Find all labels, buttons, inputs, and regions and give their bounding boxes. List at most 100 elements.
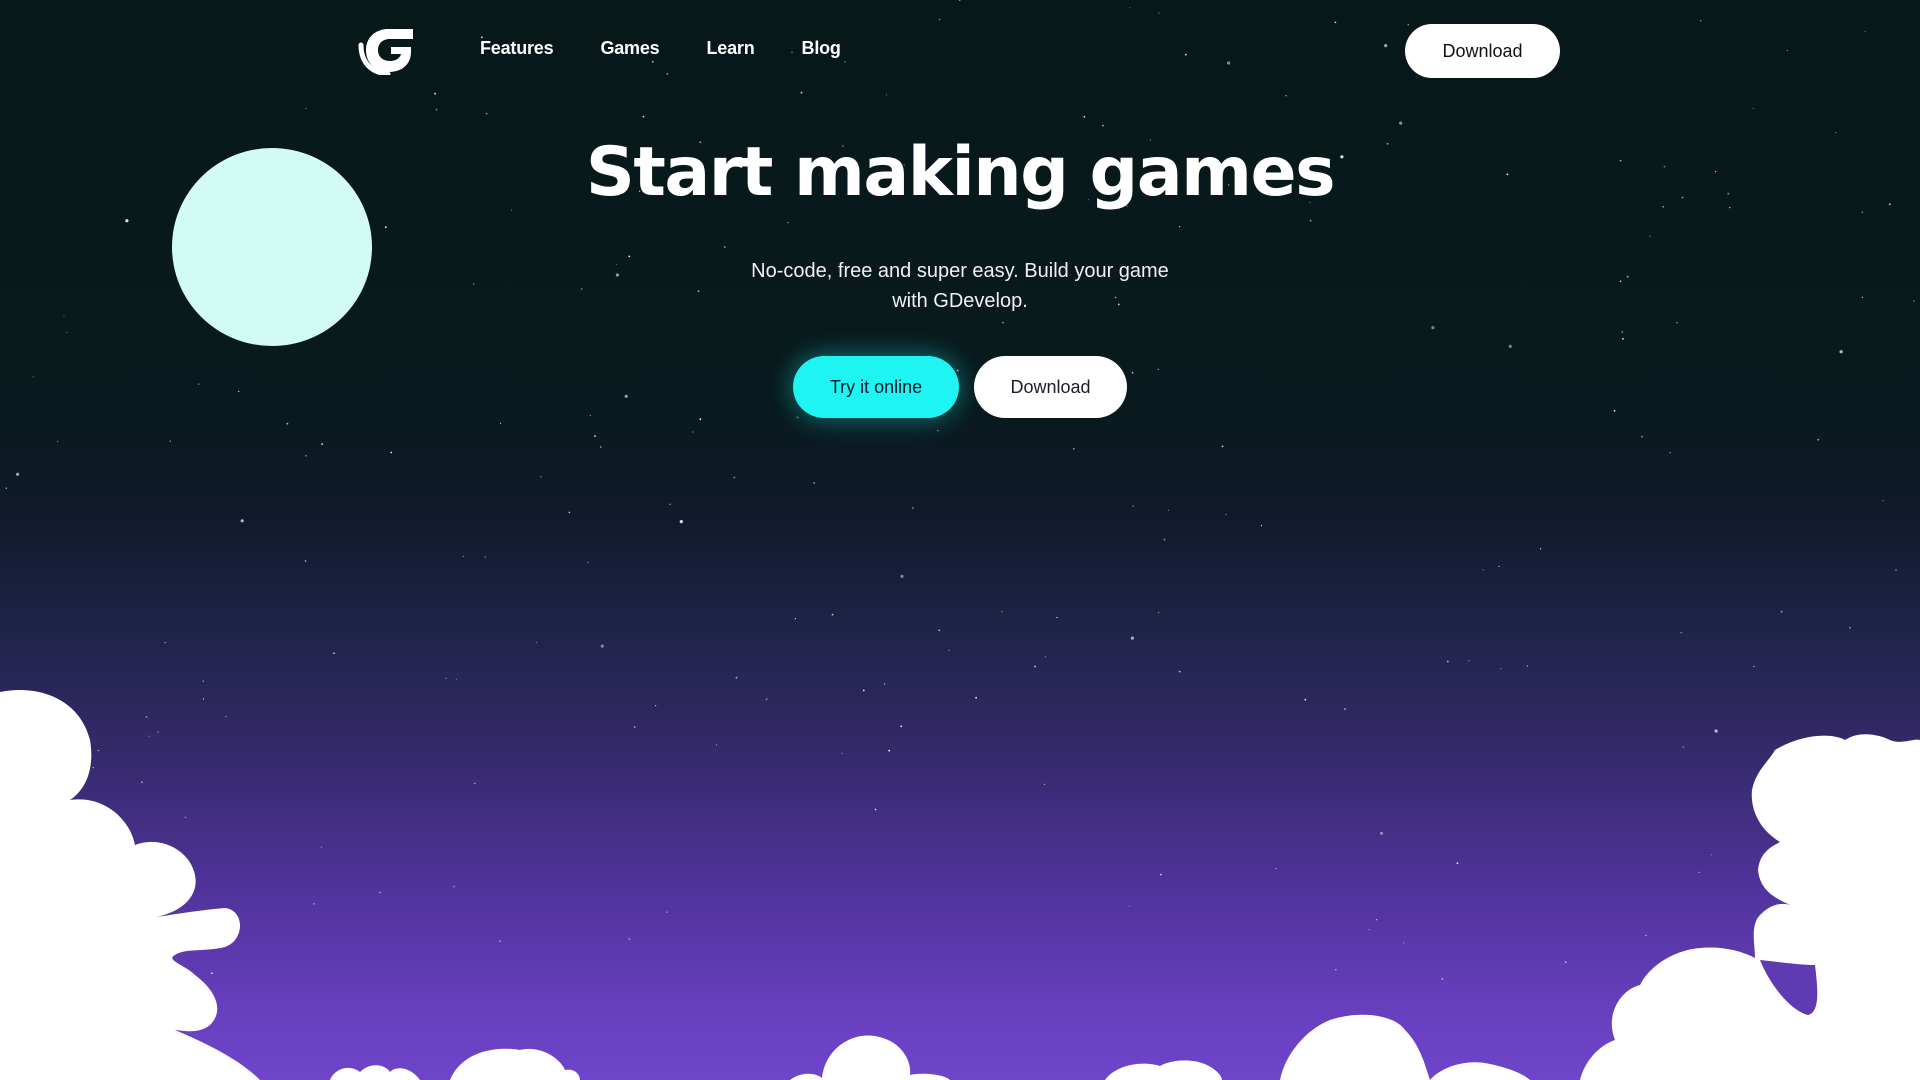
star [1179,226,1181,228]
star [1221,445,1224,448]
star [874,808,877,811]
star [210,972,213,975]
star [765,698,768,701]
star [735,676,738,679]
star [1895,569,1897,571]
star [1399,121,1403,125]
star [435,108,438,111]
star [286,422,289,425]
star [884,683,886,685]
star [16,472,20,476]
star [600,446,602,448]
try-online-button[interactable]: Try it online [793,356,959,418]
star [1376,919,1378,921]
star [1508,344,1512,348]
star [1680,632,1682,634]
star [975,696,977,699]
star [462,555,464,558]
bottom-cloud-1 [330,1065,420,1080]
left-cloud [0,690,260,1080]
star [313,903,315,905]
star [20,885,23,888]
star [1619,280,1622,283]
star [1056,616,1058,619]
hero-download-button[interactable]: Download [974,356,1127,418]
star [173,888,176,891]
star [581,288,583,290]
star [184,816,187,819]
bottom-cloud-5 [1280,1014,1430,1080]
header-download-button[interactable]: Download [1405,24,1560,78]
star [202,680,205,682]
star [787,222,789,224]
star [1698,871,1700,873]
site-header: Features Games Learn Blog Download [0,0,1920,102]
star [1849,626,1851,629]
star [615,273,620,277]
star [1309,219,1312,222]
star [1710,854,1713,856]
star [1817,438,1820,441]
star [587,561,590,564]
star [1498,565,1500,567]
star [1649,235,1651,237]
nav-features[interactable]: Features [480,38,554,59]
star [1160,873,1162,876]
star [145,716,148,718]
star [1468,660,1470,662]
star [956,369,959,372]
star [1334,968,1337,971]
star [43,725,47,729]
star [669,503,671,506]
star [692,431,694,433]
star [321,443,324,445]
star [1260,525,1263,527]
star [379,891,381,894]
star [1130,636,1134,640]
star [1225,514,1227,516]
star [320,846,323,848]
star [900,725,903,728]
star [1446,660,1449,663]
star [103,949,105,951]
star [333,652,335,655]
star [1714,729,1718,733]
star [1500,668,1502,670]
star [1861,296,1863,298]
star [1379,831,1384,835]
star [66,331,68,334]
gdevelop-logo-icon[interactable] [358,25,418,75]
star [238,390,240,393]
star [67,707,70,710]
star [1676,321,1678,324]
star [1163,538,1166,541]
star [1482,569,1484,571]
star [484,556,486,558]
nav-learn[interactable]: Learn [706,38,754,59]
star [1539,548,1542,550]
star [197,383,200,385]
bottom-cloud-3 [790,1035,950,1080]
star [1785,916,1787,918]
hero-subtitle: No-code, free and super easy. Build your… [751,260,1169,312]
star [948,649,950,651]
star [97,749,99,752]
star [911,507,914,509]
star [1157,368,1159,370]
star [796,416,799,419]
star [1621,331,1624,333]
star [733,476,736,479]
hero-title: Start making games [585,133,1336,212]
star [130,888,132,890]
star [1780,610,1783,613]
star [1431,326,1435,330]
star [888,749,891,752]
nav-games[interactable]: Games [600,38,659,59]
nav-blog[interactable]: Blog [802,38,841,59]
star [92,767,94,769]
star [628,938,631,940]
star [794,618,797,620]
star [1826,889,1829,891]
star [87,832,89,834]
star [1682,746,1685,749]
